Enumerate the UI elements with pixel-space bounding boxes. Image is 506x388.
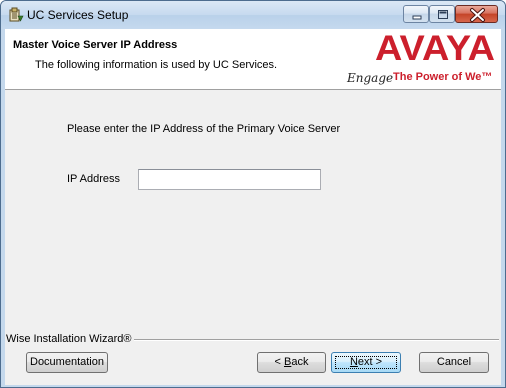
logo-tagline-script: Engage: [346, 71, 393, 85]
page-subtitle: The following information is used by UC …: [35, 59, 278, 71]
logo-wordmark: AVAYA: [375, 29, 495, 68]
ip-address-input[interactable]: [138, 169, 321, 190]
wizard-brand-label: Wise Installation Wizard®: [6, 333, 135, 345]
documentation-button[interactable]: Documentation: [26, 352, 108, 373]
back-button[interactable]: < Back: [257, 352, 326, 373]
avaya-logo: AVAYA Engage The Power of We™: [346, 29, 495, 85]
minimize-button[interactable]: [403, 5, 429, 23]
installer-icon: [8, 7, 24, 23]
close-icon: [470, 8, 485, 22]
next-button[interactable]: Next >: [331, 352, 401, 373]
window-title: UC Services Setup: [27, 8, 129, 22]
maximize-icon: [438, 10, 448, 19]
cancel-button-label: Cancel: [436, 356, 472, 368]
documentation-button-label: Documentation: [30, 356, 104, 368]
cancel-button[interactable]: Cancel: [419, 352, 489, 373]
maximize-button[interactable]: [429, 5, 455, 23]
ip-address-label: IP Address: [67, 173, 120, 185]
setup-window: UC Services Setup Master Voice Server IP…: [0, 0, 506, 388]
focus-rectangle: [335, 356, 397, 369]
dialog-client-area: Master Voice Server IP Address The follo…: [5, 29, 501, 385]
instruction-text: Please enter the IP Address of the Prima…: [67, 123, 341, 135]
title-bar[interactable]: UC Services Setup: [1, 1, 505, 29]
page-title: Master Voice Server IP Address: [13, 39, 178, 51]
back-button-prefix: <: [274, 356, 284, 368]
back-button-label: ack: [291, 356, 309, 368]
logo-tagline: The Power of We™: [393, 71, 492, 83]
minimize-icon: [412, 15, 422, 20]
header-banner: Master Voice Server IP Address The follo…: [5, 29, 501, 90]
footer-separator: [125, 339, 499, 341]
close-button[interactable]: [455, 5, 498, 23]
